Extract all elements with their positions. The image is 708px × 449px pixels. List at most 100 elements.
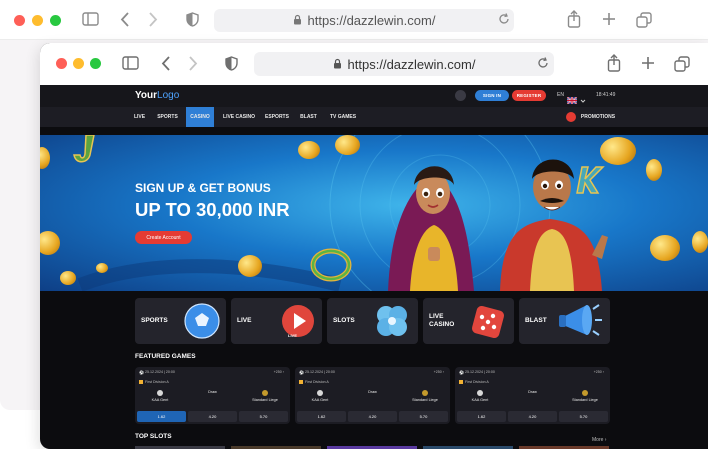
odds-button-draw[interactable]: 4.20: [348, 411, 397, 422]
gold-coin-icon: [335, 135, 360, 155]
nav-item-live-casino[interactable]: LIVE CASINO: [221, 107, 257, 127]
gold-coin-icon: [60, 271, 76, 285]
home-team-name: KAA Gent: [151, 398, 169, 402]
game-date: 25.12.2024 | 20:00: [145, 370, 175, 374]
tab-overview-icon[interactable]: [674, 56, 690, 76]
odds-button-home[interactable]: 1.62: [137, 411, 186, 422]
back-address-bar[interactable]: https://dazzlewin.com/: [214, 9, 514, 32]
privacy-shield-icon[interactable]: [186, 12, 199, 31]
home-team-name: KAA Gent: [471, 398, 489, 402]
gift-icon: [566, 112, 576, 122]
promotions-link[interactable]: PROMOTIONS: [578, 107, 618, 127]
odds-button-home[interactable]: 1.62: [297, 411, 346, 422]
more-markets-link[interactable]: +250 ›: [594, 370, 604, 374]
away-team-crest-icon: [582, 390, 588, 396]
clock-time: 18:41:49: [596, 92, 616, 98]
nav-item-sports[interactable]: SPORTS: [155, 107, 180, 127]
nav-item-live[interactable]: LIVE: [131, 107, 148, 127]
odds-button-away[interactable]: 5.70: [239, 411, 288, 422]
nav-item-esports[interactable]: ESPORTS: [263, 107, 291, 127]
gold-coin-icon: [238, 255, 262, 277]
lock-icon: [293, 13, 302, 28]
soccer-ball-icon: [184, 303, 220, 339]
nav-item-blast[interactable]: BLAST: [298, 107, 319, 127]
back-url-text: https://dazzlewin.com/: [307, 13, 436, 28]
league-name: First Division A: [305, 380, 329, 384]
category-label: SLOTS: [333, 317, 355, 324]
league-name: First Division A: [465, 380, 489, 384]
game-card[interactable]: ⚽ 25.12.2024 | 20:00 +250 › First Divisi…: [135, 367, 290, 424]
live-play-icon: [282, 305, 314, 337]
new-tab-plus-icon[interactable]: [602, 12, 616, 30]
tab-overview-icon[interactable]: [636, 12, 652, 32]
privacy-shield-icon[interactable]: [225, 56, 238, 75]
category-tile-slots[interactable]: SLOTS: [327, 298, 418, 344]
sidebar-toggle-icon[interactable]: [82, 12, 99, 30]
share-icon[interactable]: [567, 10, 581, 32]
sidebar-toggle-icon[interactable]: [122, 56, 139, 74]
featured-games-title: FEATURED GAMES: [135, 353, 196, 360]
game-card[interactable]: ⚽ 25.12.2024 | 20:00 +250 › First Divisi…: [455, 367, 610, 424]
odds-button-draw[interactable]: 4.20: [508, 411, 557, 422]
back-arrow-icon[interactable]: [120, 12, 130, 31]
front-browser-window: https://dazzlewin.com/ YourLogo SIGN IN …: [40, 43, 708, 449]
league-flag-icon: [139, 380, 143, 384]
share-icon[interactable]: [607, 54, 621, 76]
zoom-window-button[interactable]: [90, 58, 101, 69]
category-label: SPORTS: [141, 317, 168, 324]
dice-icon: [471, 305, 505, 339]
category-label: BLAST: [525, 317, 547, 324]
more-link[interactable]: More ›: [592, 437, 606, 443]
emerald-ring-icon: [310, 248, 352, 282]
chevron-right-icon: ›: [604, 437, 607, 443]
user-avatar-icon[interactable]: [455, 90, 466, 101]
away-team-crest-icon: [262, 390, 268, 396]
site-logo[interactable]: YourLogo: [135, 90, 179, 101]
sign-in-button[interactable]: SIGN IN: [475, 90, 509, 101]
category-tile-sports[interactable]: SPORTS: [135, 298, 226, 344]
more-markets-link[interactable]: +250 ›: [434, 370, 444, 374]
away-team-crest-icon: [422, 390, 428, 396]
reload-icon[interactable]: [498, 13, 510, 29]
hero-subtitle: SIGN UP & GET BONUS: [135, 181, 271, 195]
more-markets-link[interactable]: +250 ›: [274, 370, 284, 374]
home-team-crest-icon: [477, 390, 483, 396]
clover-icon: [377, 306, 407, 336]
close-window-button[interactable]: [56, 58, 67, 69]
create-account-button[interactable]: Create Account: [135, 231, 192, 244]
nav-item-tv-games[interactable]: TV GAMES: [326, 107, 360, 127]
back-arrow-icon[interactable]: [161, 56, 171, 75]
odds-button-away[interactable]: 5.70: [399, 411, 448, 422]
category-tile-blast[interactable]: BLAST: [519, 298, 610, 344]
odds-button-draw[interactable]: 4.20: [188, 411, 237, 422]
home-team-crest-icon: [157, 390, 163, 396]
category-tile-live-casino[interactable]: LIVE CASINO: [423, 298, 514, 344]
odds-button-away[interactable]: 5.70: [559, 411, 608, 422]
category-label: LIVE CASINO: [429, 313, 455, 328]
home-team-name: KAA Gent: [311, 398, 329, 402]
hero-banner[interactable]: SIGN UP & GET BONUS UP TO 30,000 INR Cre…: [40, 135, 708, 291]
close-window-button[interactable]: [14, 15, 25, 26]
new-tab-plus-icon[interactable]: [641, 56, 655, 74]
site-nav: LIVE SPORTS CASINO LIVE CASINO ESPORTS B…: [40, 107, 708, 127]
category-label: LIVE: [237, 317, 252, 324]
sport-icon: ⚽: [459, 370, 464, 375]
minimize-window-button[interactable]: [73, 58, 84, 69]
reload-icon[interactable]: [537, 57, 549, 73]
front-address-bar[interactable]: https://dazzlewin.com/: [254, 52, 554, 76]
category-tile-live[interactable]: LIVE LIVE: [231, 298, 322, 344]
front-url-text: https://dazzlewin.com/: [347, 56, 476, 72]
register-button[interactable]: REGISTER: [512, 90, 546, 101]
game-date: 25.12.2024 | 20:00: [465, 370, 495, 374]
nav-item-casino[interactable]: CASINO: [186, 107, 214, 127]
draw-label: Draw: [208, 390, 217, 394]
language-code[interactable]: EN: [557, 92, 564, 98]
away-team-name: Standard Liege: [252, 398, 278, 402]
forward-arrow-icon[interactable]: [188, 56, 198, 75]
game-card[interactable]: ⚽ 25.12.2024 | 20:00 +250 › First Divisi…: [295, 367, 450, 424]
odds-button-home[interactable]: 1.62: [457, 411, 506, 422]
forward-arrow-icon[interactable]: [148, 12, 158, 31]
minimize-window-button[interactable]: [32, 15, 43, 26]
zoom-window-button[interactable]: [50, 15, 61, 26]
back-browser-toolbar: https://dazzlewin.com/: [0, 0, 708, 40]
